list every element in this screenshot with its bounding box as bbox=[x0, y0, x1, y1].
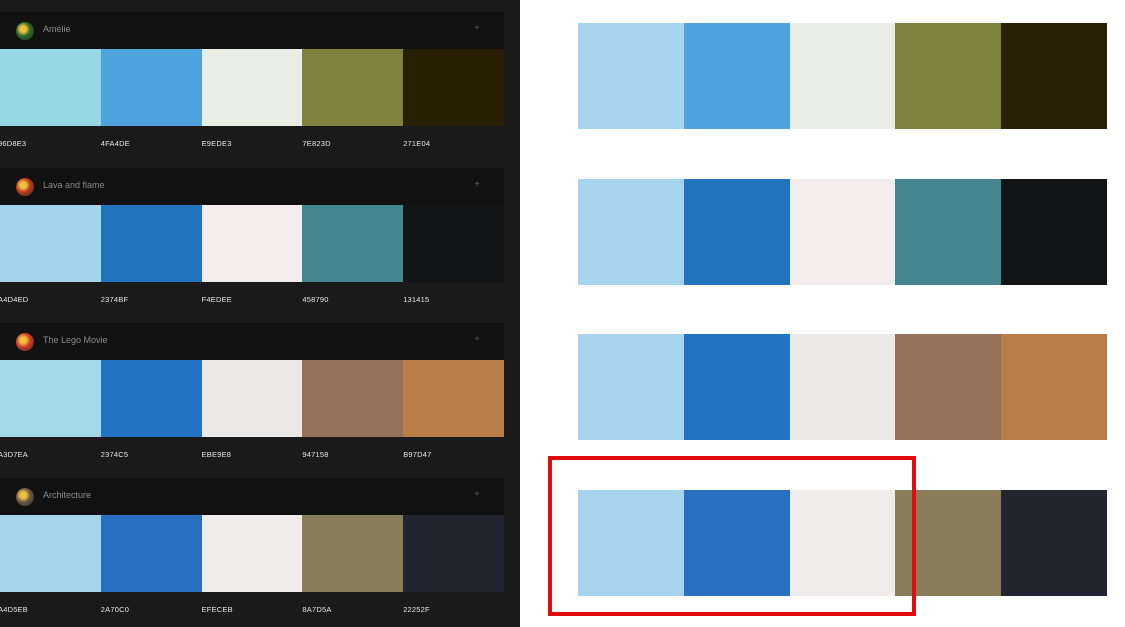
preview-swatch bbox=[1001, 23, 1108, 129]
hex-row: A4D4ED 2374BF F4EDEE 458790 131415 bbox=[0, 295, 504, 309]
hex-label[interactable]: 2374BF bbox=[101, 295, 128, 304]
color-swatch[interactable] bbox=[201, 49, 303, 126]
hex-label[interactable]: A4D4ED bbox=[0, 295, 28, 304]
color-swatch[interactable] bbox=[403, 205, 505, 282]
preview-swatch bbox=[895, 179, 1002, 285]
color-swatch[interactable] bbox=[0, 515, 102, 592]
color-swatch[interactable] bbox=[302, 515, 404, 592]
hex-label[interactable]: B97D47 bbox=[403, 450, 431, 459]
palette-name: The Lego Movie bbox=[43, 335, 108, 345]
palette-preview bbox=[520, 0, 1125, 627]
color-swatch[interactable] bbox=[201, 515, 303, 592]
color-swatch[interactable] bbox=[302, 205, 404, 282]
palette-name: Amélie bbox=[43, 24, 71, 34]
palette-list: Amélie + 96D8E3 4FA4DE E9EDE3 7E823D 271… bbox=[0, 0, 520, 627]
palette-card-header: Amélie + bbox=[0, 12, 504, 49]
preview-swatch bbox=[895, 490, 1002, 596]
color-swatch[interactable] bbox=[0, 360, 102, 437]
preview-swatch bbox=[789, 490, 896, 596]
preview-swatch bbox=[683, 334, 791, 440]
avatar bbox=[16, 178, 34, 196]
palette-card-header: The Lego Movie + bbox=[0, 323, 504, 360]
preview-swatch bbox=[683, 179, 791, 285]
color-swatch[interactable] bbox=[100, 515, 203, 592]
color-swatch[interactable] bbox=[403, 49, 505, 126]
color-swatch[interactable] bbox=[302, 360, 404, 437]
hex-label[interactable]: 96D8E3 bbox=[0, 139, 26, 148]
hex-label[interactable]: 8A7D5A bbox=[302, 605, 331, 614]
avatar bbox=[16, 22, 34, 40]
preview-swatch bbox=[895, 23, 1002, 129]
hex-label[interactable]: 271E04 bbox=[403, 139, 430, 148]
add-icon[interactable]: + bbox=[474, 334, 480, 346]
color-swatch[interactable] bbox=[403, 515, 505, 592]
preview-swatch bbox=[895, 334, 1002, 440]
swatch-row bbox=[0, 515, 505, 592]
preview-swatch bbox=[578, 490, 685, 596]
preview-swatch bbox=[789, 334, 896, 440]
palette-card-header: Lava and flame + bbox=[0, 168, 504, 205]
hex-label[interactable]: 947158 bbox=[302, 450, 328, 459]
preview-swatch bbox=[683, 23, 791, 129]
palette-name: Lava and flame bbox=[43, 180, 105, 190]
preview-swatch bbox=[683, 490, 791, 596]
avatar bbox=[16, 488, 34, 506]
palette-card-header: Architecture + bbox=[0, 478, 504, 515]
color-swatch[interactable] bbox=[100, 360, 203, 437]
color-swatch[interactable] bbox=[302, 49, 404, 126]
preview-row bbox=[578, 179, 1108, 285]
avatar bbox=[16, 333, 34, 351]
color-swatch[interactable] bbox=[100, 49, 203, 126]
palette-name: Architecture bbox=[43, 490, 92, 500]
hex-row: A3D7EA 2374C5 EBE9E8 947158 B97D47 bbox=[0, 450, 504, 464]
hex-label[interactable]: 2A70C0 bbox=[101, 605, 129, 614]
preview-swatch bbox=[578, 334, 685, 440]
hex-row: A4D5EB 2A70C0 EFECEB 8A7D5A 22252F bbox=[0, 605, 504, 619]
hex-label[interactable]: EBE9E8 bbox=[202, 450, 232, 459]
swatch-row bbox=[0, 49, 505, 126]
color-swatch[interactable] bbox=[201, 205, 303, 282]
preview-swatch bbox=[1001, 334, 1108, 440]
preview-row bbox=[578, 490, 1108, 596]
preview-swatch bbox=[789, 179, 896, 285]
hex-label[interactable]: 2374C5 bbox=[101, 450, 128, 459]
hex-label[interactable]: 7E823D bbox=[302, 139, 330, 148]
preview-swatch bbox=[578, 23, 685, 129]
color-swatch[interactable] bbox=[0, 49, 102, 126]
preview-swatch bbox=[1001, 490, 1108, 596]
hex-label[interactable]: EFECEB bbox=[202, 605, 233, 614]
hex-label[interactable]: 4FA4DE bbox=[101, 139, 130, 148]
hex-label[interactable]: 22252F bbox=[403, 605, 430, 614]
preview-swatch bbox=[578, 179, 685, 285]
preview-row bbox=[578, 334, 1108, 440]
hex-label[interactable]: E9EDE3 bbox=[202, 139, 232, 148]
preview-swatch bbox=[1001, 179, 1108, 285]
hex-row: 96D8E3 4FA4DE E9EDE3 7E823D 271E04 bbox=[0, 139, 504, 153]
preview-swatch bbox=[789, 23, 896, 129]
color-swatch[interactable] bbox=[403, 360, 505, 437]
color-swatch[interactable] bbox=[0, 205, 102, 282]
hex-label[interactable]: 131415 bbox=[403, 295, 429, 304]
color-swatch[interactable] bbox=[100, 205, 203, 282]
color-swatch[interactable] bbox=[201, 360, 303, 437]
swatch-row bbox=[0, 360, 505, 437]
hex-label[interactable]: 458790 bbox=[302, 295, 328, 304]
add-icon[interactable]: + bbox=[474, 489, 480, 501]
hex-label[interactable]: A4D5EB bbox=[0, 605, 28, 614]
hex-label[interactable]: A3D7EA bbox=[0, 450, 28, 459]
add-icon[interactable]: + bbox=[474, 23, 480, 35]
swatch-row bbox=[0, 205, 505, 282]
preview-row bbox=[578, 23, 1108, 129]
add-icon[interactable]: + bbox=[474, 179, 480, 191]
hex-label[interactable]: F4EDEE bbox=[202, 295, 232, 304]
